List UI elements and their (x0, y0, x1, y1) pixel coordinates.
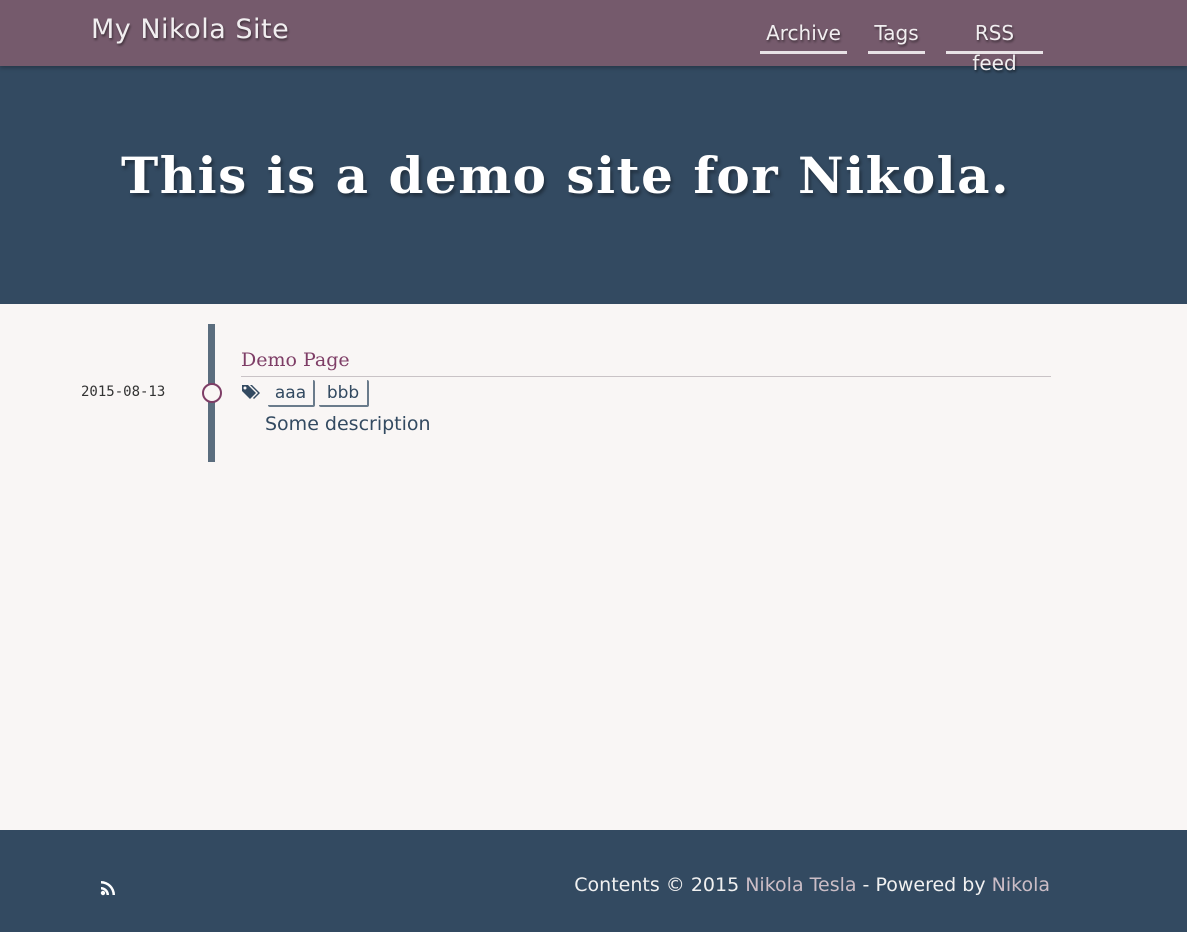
tag-aaa-link[interactable]: aaa (268, 380, 315, 407)
footer-author-link[interactable]: Nikola Tesla (745, 874, 856, 896)
rss-icon[interactable] (100, 880, 116, 896)
tags-icon (241, 383, 263, 403)
post-title-link[interactable]: Demo Page (241, 347, 1051, 377)
navbar: My Nikola Site Archive Tags RSS feed (0, 0, 1187, 75)
nav-rss-feed-link[interactable]: RSS feed (946, 18, 1043, 75)
tag-bbb-link[interactable]: bbb (319, 380, 369, 407)
footer-powered-by: - Powered by (856, 874, 992, 896)
hero-title: This is a demo site for Nikola. (121, 146, 1010, 205)
hero-banner: This is a demo site for Nikola. (0, 66, 1187, 304)
timeline-dot (202, 383, 222, 403)
footer-engine-link[interactable]: Nikola (992, 874, 1050, 896)
nav-archive-link[interactable]: Archive (760, 18, 847, 54)
post-description: Some description (265, 413, 431, 435)
site-brand-link[interactable]: My Nikola Site (91, 14, 289, 45)
footer-copyright: Contents © 2015 (574, 874, 746, 896)
footer-text: Contents © 2015 Nikola Tesla - Powered b… (574, 874, 1050, 896)
nav-tags-link[interactable]: Tags (868, 18, 925, 54)
post-date: 2015-08-13 (81, 384, 166, 400)
